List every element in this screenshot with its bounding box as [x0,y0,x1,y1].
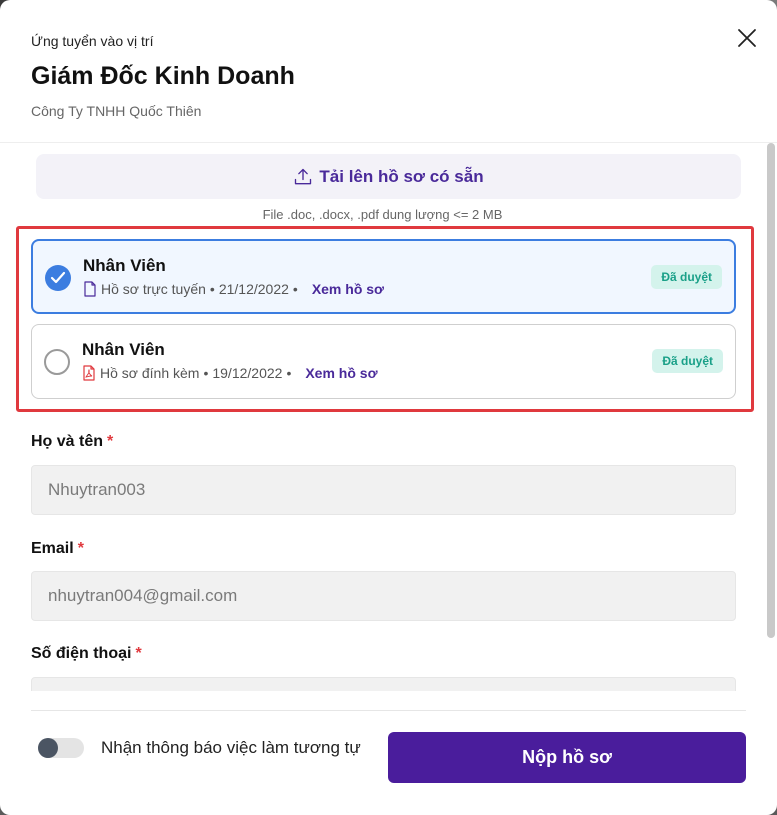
toggle-knob [38,738,58,758]
fullname-field[interactable] [31,465,736,515]
cv-card-online[interactable]: Nhân Viên Hồ sơ trực tuyến • 21/12/2022 … [31,239,736,314]
check-icon [50,271,66,284]
upload-cv-button[interactable]: Tải lên hồ sơ có sẵn [36,154,741,199]
job-alert-toggle[interactable] [38,738,84,758]
cv-radio-checked[interactable] [45,265,71,291]
required-mark: * [77,540,84,557]
cv-meta: Hồ sơ trực tuyến • 21/12/2022 • Xem hồ s… [83,281,384,297]
fullname-label: Họ và tên * [31,433,114,450]
apply-job-modal: Ứng tuyển vào vị trí Giám Đốc Kinh Doanh… [0,0,777,815]
modal-subtitle: Ứng tuyển vào vị trí [31,33,154,49]
status-badge: Đã duyệt [651,265,722,289]
phone-field[interactable] [31,677,736,691]
submit-application-button[interactable]: Nộp hồ sơ [388,732,746,783]
cv-type: Hồ sơ trực tuyến [101,281,206,297]
job-title: Giám Đốc Kinh Doanh [31,62,295,90]
upload-cv-label: Tải lên hồ sơ có sẵn [319,166,484,186]
upload-icon [295,168,312,184]
footer-divider [31,710,746,711]
close-icon[interactable] [735,26,759,50]
form-scroll-area[interactable]: Tải lên hồ sơ có sẵn File .doc, .docx, .… [0,143,765,691]
required-mark: * [107,433,114,450]
status-badge: Đã duyệt [652,349,723,373]
cv-type: Hồ sơ đính kèm [100,365,200,381]
upload-note: File .doc, .docx, .pdf dung lượng <= 2 M… [262,207,503,222]
cv-name: Nhân Viên [83,256,166,275]
view-cv-link[interactable]: Xem hồ sơ [312,281,384,297]
cv-name: Nhân Viên [82,340,165,359]
email-label: Email * [31,540,84,557]
cv-radio-unchecked[interactable] [44,349,70,375]
cv-meta: Hồ sơ đính kèm • 19/12/2022 • Xem hồ sơ [82,365,378,381]
scrollbar[interactable] [767,143,775,638]
email-field[interactable] [31,571,736,621]
cv-date: 21/12/2022 [218,281,289,297]
pdf-icon [83,365,95,381]
document-icon [84,281,96,297]
required-mark: * [135,645,142,662]
view-cv-link[interactable]: Xem hồ sơ [305,365,377,381]
job-alert-label: Nhận thông báo việc làm tương tự [101,738,361,757]
cv-card-attached[interactable]: Nhân Viên Hồ sơ đính kèm • 19/12/2022 • … [31,324,736,399]
phone-label: Số điện thoại * [31,645,142,662]
company-name: Công Ty TNHH Quốc Thiên [31,103,202,119]
cv-date: 19/12/2022 [212,365,283,381]
